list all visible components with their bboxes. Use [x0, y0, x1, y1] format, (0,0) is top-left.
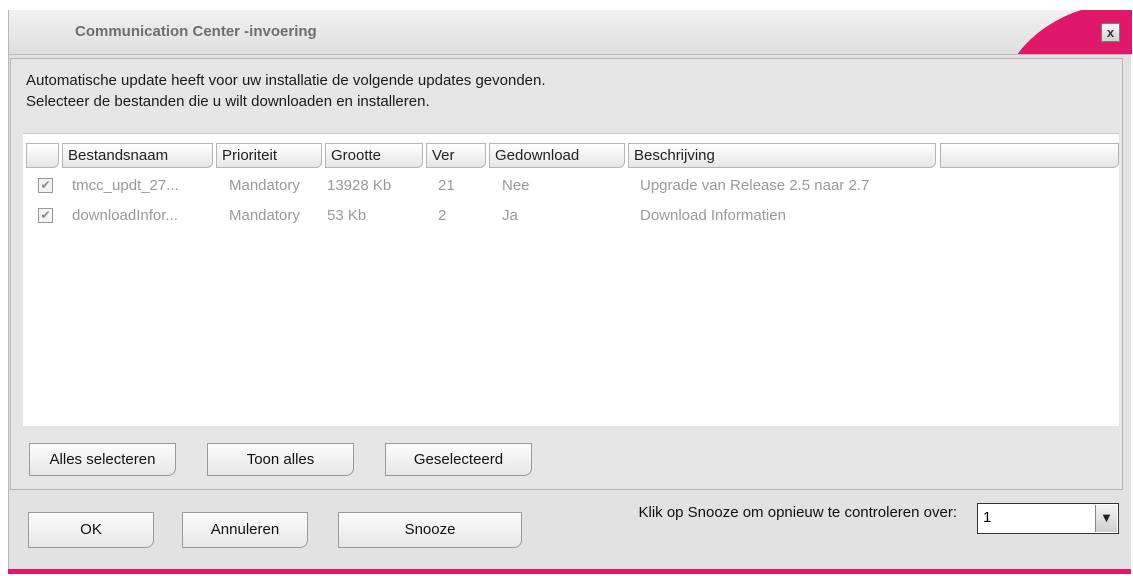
- ok-button[interactable]: OK: [28, 512, 154, 548]
- cell-size: 53 Kb: [327, 207, 367, 224]
- column-header-extra[interactable]: [940, 143, 1119, 168]
- select-all-button[interactable]: Alles selecteren: [29, 443, 176, 476]
- intro-line-2: Selecteer de bestanden die u wilt downlo…: [26, 93, 430, 110]
- cell-priority: Mandatory: [229, 207, 300, 224]
- close-icon[interactable]: x: [1101, 23, 1120, 42]
- column-header-ver[interactable]: Ver: [426, 143, 486, 168]
- snooze-label: Klik op Snooze om opnieuw te controleren…: [638, 504, 957, 521]
- column-header-select[interactable]: [26, 143, 59, 168]
- column-header-prioriteit[interactable]: Prioriteit: [216, 143, 322, 168]
- cell-downloaded: Nee: [502, 177, 530, 194]
- cell-description: Download Informatien: [640, 207, 786, 224]
- cell-description: Upgrade van Release 2.5 naar 2.7: [640, 177, 870, 194]
- intro-line-1: Automatische update heeft voor uw instal…: [26, 72, 546, 89]
- table-row[interactable]: ✔ tmcc_updt_27... Mandatory 13928 Kb 21 …: [0, 175, 1133, 199]
- column-header-grootte[interactable]: Grootte: [325, 143, 423, 168]
- row-checkbox[interactable]: ✔: [38, 208, 53, 223]
- snooze-interval-value: 1: [983, 509, 992, 526]
- row-checkbox[interactable]: ✔: [38, 178, 53, 193]
- checkmark-icon: ✔: [40, 178, 51, 192]
- cell-name: downloadInfor...: [72, 207, 178, 224]
- cell-ver: 21: [438, 177, 455, 194]
- table-row[interactable]: ✔ downloadInfor... Mandatory 53 Kb 2 Ja …: [0, 205, 1133, 229]
- bottom-accent-bar: [8, 569, 1131, 574]
- column-header-bestandsnaam[interactable]: Bestandsnaam: [62, 143, 213, 168]
- title-bar[interactable]: Communication Center -invoering x: [9, 10, 1132, 55]
- cell-downloaded: Ja: [502, 207, 518, 224]
- cancel-button[interactable]: Annuleren: [182, 512, 308, 548]
- column-header-beschrijving[interactable]: Beschrijving: [628, 143, 936, 168]
- show-all-button[interactable]: Toon alles: [207, 443, 354, 476]
- cell-ver: 2: [438, 207, 447, 224]
- snooze-button[interactable]: Snooze: [338, 512, 522, 548]
- checkmark-icon: ✔: [40, 208, 51, 222]
- snooze-interval-select[interactable]: 1 ▼: [977, 503, 1119, 534]
- selected-button[interactable]: Geselecteerd: [385, 443, 532, 476]
- cell-priority: Mandatory: [229, 177, 300, 194]
- cell-size: 13928 Kb: [327, 177, 392, 194]
- window-title: Communication Center -invoering: [75, 23, 317, 40]
- cell-name: tmcc_updt_27...: [72, 177, 179, 194]
- chevron-down-icon[interactable]: ▼: [1095, 505, 1117, 532]
- column-header-gedownload[interactable]: Gedownload: [489, 143, 625, 168]
